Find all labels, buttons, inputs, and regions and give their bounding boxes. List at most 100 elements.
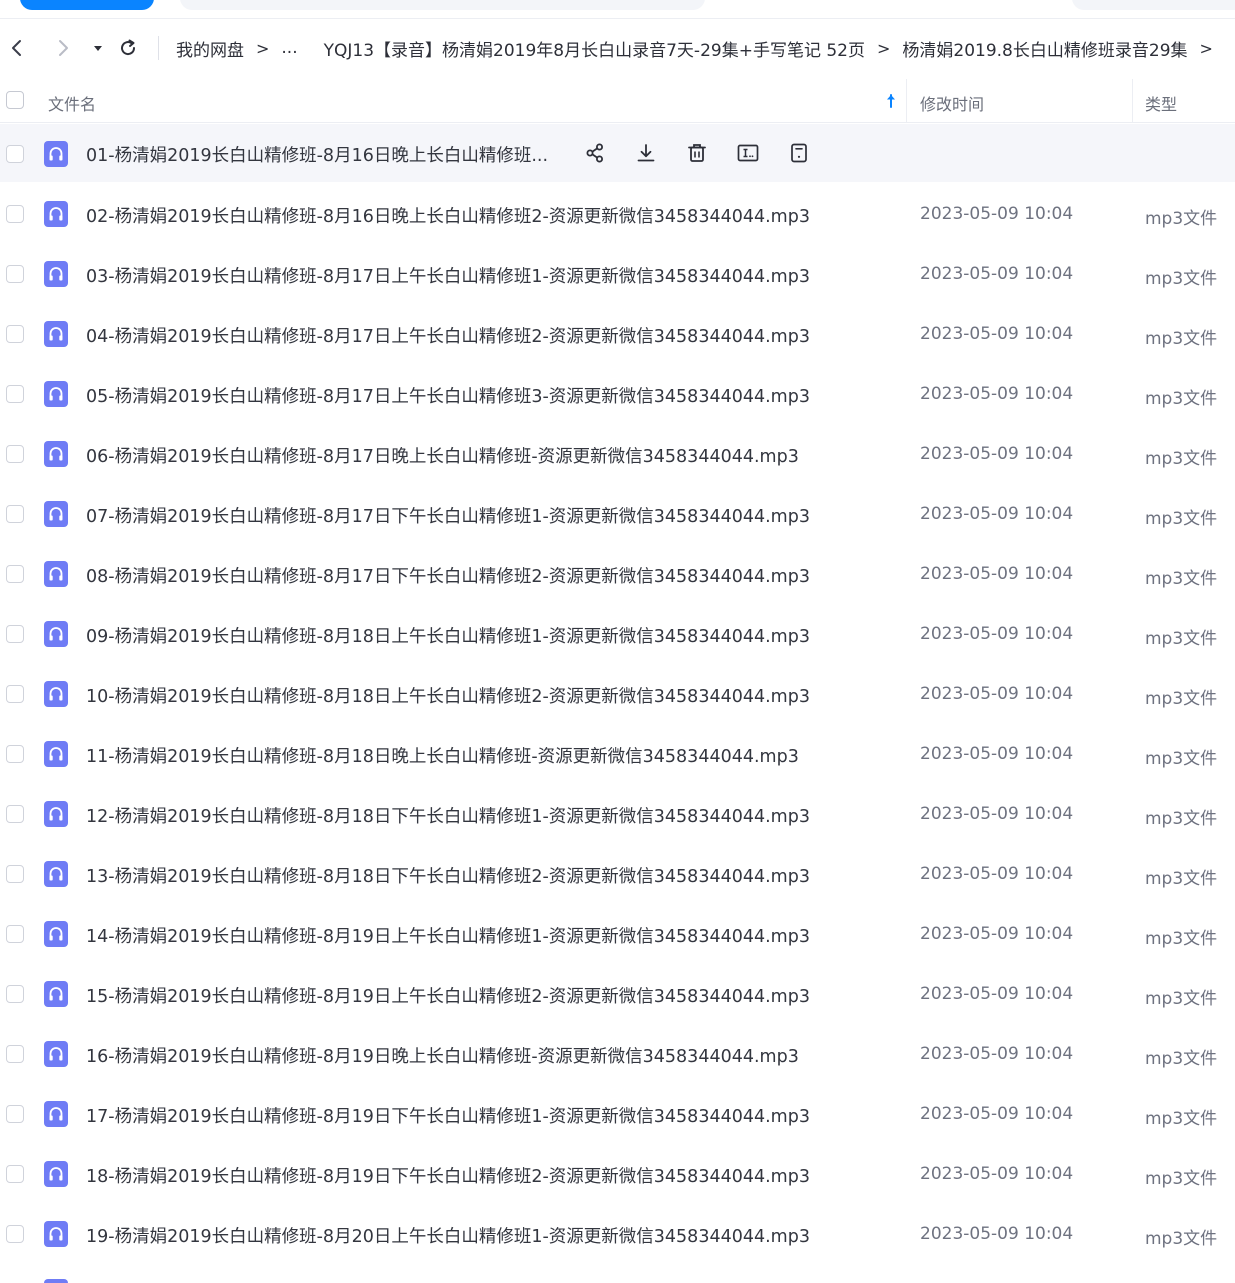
share-button[interactable] [582,140,608,166]
back-button[interactable] [6,37,28,59]
breadcrumb-separator: > [1199,38,1213,58]
file-name[interactable]: 09-杨清娟2019长白山精修班-8月18日上午长白山精修班1-资源更新微信34… [86,623,810,648]
file-row[interactable]: 11-杨清娟2019长白山精修班-8月18日晚上长白山精修班-资源更新微信345… [0,724,1235,784]
search-box[interactable] [180,0,705,10]
file-checkbox[interactable] [6,325,24,343]
file-type: mp3文件 [1145,749,1218,769]
audio-file-icon [44,1221,68,1247]
file-type: mp3文件 [1145,509,1218,529]
breadcrumb-separator: > [256,38,270,58]
file-name[interactable]: 18-杨清娟2019长白山精修班-8月19日下午长白山精修班2-资源更新微信34… [86,1163,810,1188]
history-dropdown-button[interactable] [87,37,109,59]
column-header-name[interactable]: 文件名 [48,91,96,115]
file-checkbox[interactable] [6,265,24,283]
file-row[interactable]: 08-杨清娟2019长白山精修班-8月17日下午长白山精修班2-资源更新微信34… [0,544,1235,604]
file-name[interactable]: 11-杨清娟2019长白山精修班-8月18日晚上长白山精修班-资源更新微信345… [86,743,799,768]
file-row[interactable]: 19-杨清娟2019长白山精修班-8月20日上午长白山精修班1-资源更新微信34… [0,1204,1235,1264]
rename-button[interactable] [735,140,761,166]
refresh-button[interactable] [117,37,139,59]
audio-file-icon [44,141,68,167]
file-name[interactable]: 10-杨清娟2019长白山精修班-8月18日上午长白山精修班2-资源更新微信34… [86,683,810,708]
audio-file-icon [44,321,68,347]
file-type: mp3文件 [1145,1169,1218,1189]
file-name[interactable]: 03-杨清娟2019长白山精修班-8月17日上午长白山精修班1-资源更新微信34… [86,263,810,288]
file-row[interactable]: 09-杨清娟2019长白山精修班-8月18日上午长白山精修班1-资源更新微信34… [0,604,1235,664]
file-checkbox[interactable] [6,865,24,883]
file-name[interactable]: 17-杨清娟2019长白山精修班-8月19日下午长白山精修班1-资源更新微信34… [86,1103,810,1128]
file-row[interactable]: 02-杨清娟2019长白山精修班-8月16日晚上长白山精修班2-资源更新微信34… [0,184,1235,244]
forward-button[interactable] [52,37,74,59]
breadcrumb-item-current[interactable]: 杨清娟2019.8长白山精修班录音29集 [902,36,1187,61]
file-checkbox[interactable] [6,1045,24,1063]
file-checkbox[interactable] [6,1225,24,1243]
sort-ascending-icon[interactable] [884,91,898,111]
file-row[interactable]: 12-杨清娟2019长白山精修班-8月18日下午长白山精修班1-资源更新微信34… [0,784,1235,844]
file-checkbox[interactable] [6,925,24,943]
file-row[interactable]: 14-杨清娟2019长白山精修班-8月19日上午长白山精修班1-资源更新微信34… [0,904,1235,964]
breadcrumb-item-parent[interactable]: YQJ13【录音】杨清娟2019年8月长白山录音7天-29集+手写笔记 52页 [324,36,865,61]
file-name[interactable]: 05-杨清娟2019长白山精修班-8月17日上午长白山精修班3-资源更新微信34… [86,383,810,408]
more-button[interactable] [786,140,812,166]
file-type: mp3文件 [1145,629,1218,649]
file-checkbox[interactable] [6,205,24,223]
upload-button[interactable] [20,0,154,10]
file-checkbox[interactable] [6,1105,24,1123]
file-modified-time: 2023-05-09 10:04 [920,204,1074,224]
file-row[interactable]: 05-杨清娟2019长白山精修班-8月17日上午长白山精修班3-资源更新微信34… [0,364,1235,424]
file-name[interactable]: 07-杨清娟2019长白山精修班-8月17日下午长白山精修班1-资源更新微信34… [86,503,810,528]
file-name[interactable]: 02-杨清娟2019长白山精修班-8月16日晚上长白山精修班2-资源更新微信34… [86,203,810,228]
file-checkbox[interactable] [6,565,24,583]
audio-file-icon [44,501,68,527]
file-name[interactable]: 12-杨清娟2019长白山精修班-8月18日下午长白山精修班1-资源更新微信34… [86,803,810,828]
breadcrumb-ellipsis[interactable]: ... [281,38,297,58]
chevron-right-icon [59,40,68,56]
file-row[interactable]: 16-杨清娟2019长白山精修班-8月19日晚上长白山精修班-资源更新微信345… [0,1024,1235,1084]
file-row[interactable]: 01-杨清娟2019长白山精修班-8月16日晚上长白山精修班... [0,124,1235,182]
file-name[interactable]: 14-杨清娟2019长白山精修班-8月19日上午长白山精修班1-资源更新微信34… [86,923,810,948]
breadcrumb-item-root[interactable]: 我的网盘 [176,36,244,61]
refresh-icon [121,39,136,56]
file-checkbox[interactable] [6,385,24,403]
file-checkbox[interactable] [6,685,24,703]
column-divider[interactable] [1132,79,1133,123]
column-header-type[interactable]: 类型 [1145,91,1177,115]
file-modified-time: 2023-05-09 10:04 [920,264,1074,284]
file-row[interactable]: 07-杨清娟2019长白山精修班-8月17日下午长白山精修班1-资源更新微信34… [0,484,1235,544]
file-name[interactable]: 08-杨清娟2019长白山精修班-8月17日下午长白山精修班2-资源更新微信34… [86,563,810,588]
audio-file-icon [44,681,68,707]
file-name[interactable]: 15-杨清娟2019长白山精修班-8月19日上午长白山精修班2-资源更新微信34… [86,983,810,1008]
file-checkbox[interactable] [6,625,24,643]
file-row[interactable]: 17-杨清娟2019长白山精修班-8月19日下午长白山精修班1-资源更新微信34… [0,1084,1235,1144]
file-name[interactable]: 06-杨清娟2019长白山精修班-8月17日晚上长白山精修班-资源更新微信345… [86,443,799,468]
delete-button[interactable] [684,140,710,166]
file-row[interactable]: 06-杨清娟2019长白山精修班-8月17日晚上长白山精修班-资源更新微信345… [0,424,1235,484]
file-row[interactable]: 10-杨清娟2019长白山精修班-8月18日上午长白山精修班2-资源更新微信34… [0,664,1235,724]
file-modified-time: 2023-05-09 10:04 [920,744,1074,764]
file-row[interactable]: 15-杨清娟2019长白山精修班-8月19日上午长白山精修班2-资源更新微信34… [0,964,1235,1024]
file-name[interactable]: 16-杨清娟2019长白山精修班-8月19日晚上长白山精修班-资源更新微信345… [86,1043,799,1068]
toolbar-right-control[interactable] [1072,0,1235,10]
column-header-modified[interactable]: 修改时间 [920,91,984,115]
file-checkbox[interactable] [6,985,24,1003]
file-name[interactable]: 19-杨清娟2019长白山精修班-8月20日上午长白山精修班1-资源更新微信34… [86,1223,810,1248]
file-checkbox[interactable] [6,1165,24,1183]
audio-file-icon [44,381,68,407]
column-divider[interactable] [906,79,907,123]
file-modified-time: 2023-05-09 10:04 [920,1044,1074,1064]
file-row[interactable]: 03-杨清娟2019长白山精修班-8月17日上午长白山精修班1-资源更新微信34… [0,244,1235,304]
download-button[interactable] [633,140,659,166]
file-row[interactable]: 18-杨清娟2019长白山精修班-8月19日下午长白山精修班2-资源更新微信34… [0,1144,1235,1204]
file-checkbox[interactable] [6,145,24,163]
file-row[interactable]: 04-杨清娟2019长白山精修班-8月17日上午长白山精修班2-资源更新微信34… [0,304,1235,364]
file-modified-time: 2023-05-09 10:04 [920,1224,1074,1244]
select-all-checkbox[interactable] [6,91,24,109]
file-name[interactable]: 01-杨清娟2019长白山精修班-8月16日晚上长白山精修班... [86,142,548,167]
file-checkbox[interactable] [6,745,24,763]
file-checkbox[interactable] [6,505,24,523]
file-checkbox[interactable] [6,445,24,463]
audio-file-icon [44,261,68,287]
file-row[interactable]: 13-杨清娟2019长白山精修班-8月18日下午长白山精修班2-资源更新微信34… [0,844,1235,904]
file-checkbox[interactable] [6,805,24,823]
file-name[interactable]: 13-杨清娟2019长白山精修班-8月18日下午长白山精修班2-资源更新微信34… [86,863,810,888]
file-name[interactable]: 04-杨清娟2019长白山精修班-8月17日上午长白山精修班2-资源更新微信34… [86,323,810,348]
